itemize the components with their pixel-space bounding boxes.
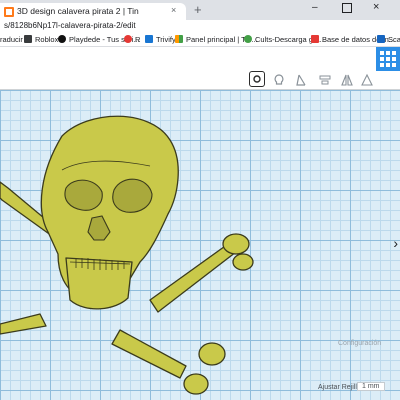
tab-title: 3D design calavera pirata 2 | Tin	[17, 6, 139, 16]
bookmark-label: raducir	[0, 34, 23, 44]
bookmarks-bar: raducir Roblox Playdede - Tus seri... R …	[0, 32, 400, 47]
skull-crossbones-model[interactable]	[0, 90, 400, 400]
bookmark-label: Roblox	[35, 34, 59, 44]
tab-strip: 3D design calavera pirata 2 | Tin × + – …	[0, 0, 400, 20]
trivify-icon	[145, 35, 153, 43]
bone-upper-right	[149, 243, 237, 313]
bookmark-label: Scan	[388, 34, 400, 44]
grid-view-button[interactable]	[376, 47, 400, 71]
bookmark-item[interactable]: Scan	[377, 34, 400, 44]
mirror-icon[interactable]	[340, 73, 354, 87]
scan-icon	[377, 35, 385, 43]
window-close-button[interactable]: ×	[373, 1, 379, 13]
view-nav-arrow-icon[interactable]: ›	[393, 235, 398, 251]
bone-lower-left	[0, 313, 47, 335]
window-maximize-button[interactable]	[342, 3, 352, 13]
editor-toolbar	[0, 47, 400, 90]
right-eye-socket	[112, 178, 153, 213]
new-tab-button[interactable]: +	[194, 3, 202, 16]
window-minimize-button[interactable]: –	[312, 2, 318, 13]
address-bar[interactable]: s/8128b6Np17l-calavera-pirata-2/edit	[0, 20, 400, 32]
tinkercad-favicon-icon	[4, 7, 14, 17]
workplane-grid[interactable]: › Configuración Ajustar Rejilla 1 mm	[0, 90, 400, 400]
note-icon[interactable]	[249, 71, 265, 87]
align-icon[interactable]	[318, 73, 332, 87]
snap-grid-label: Ajustar Rejilla	[318, 384, 361, 391]
roblox-icon	[24, 35, 32, 43]
bookmark-item[interactable]: Roblox	[24, 34, 58, 44]
bookmark-label: R	[135, 34, 141, 44]
bone-lower-right	[111, 329, 187, 379]
database-icon	[311, 35, 319, 43]
bookmark-label: Trivify	[156, 34, 176, 44]
tab-close-icon[interactable]: ×	[171, 5, 176, 15]
cults-icon	[244, 35, 252, 43]
bookmark-item[interactable]: Trivify	[145, 34, 176, 44]
bulb-icon[interactable]	[272, 73, 286, 87]
ruler-icon[interactable]	[295, 73, 309, 87]
browser-tab[interactable]: 3D design calavera pirata 2 | Tin ×	[0, 3, 186, 20]
url-text[interactable]: s/8128b6Np17l-calavera-pirata-2/edit	[4, 21, 136, 30]
flip-icon[interactable]	[360, 73, 374, 87]
tinkercad-icon	[175, 35, 183, 43]
configuration-link[interactable]: Configuración	[338, 340, 381, 347]
bookmark-item[interactable]: R	[124, 34, 140, 44]
r-site-icon	[124, 35, 132, 43]
left-eye-socket	[64, 179, 103, 211]
playdede-icon	[58, 35, 66, 43]
snap-grid-dropdown[interactable]: 1 mm	[357, 382, 385, 391]
bone-knob	[222, 233, 250, 255]
bookmark-item[interactable]: raducir	[0, 34, 23, 44]
